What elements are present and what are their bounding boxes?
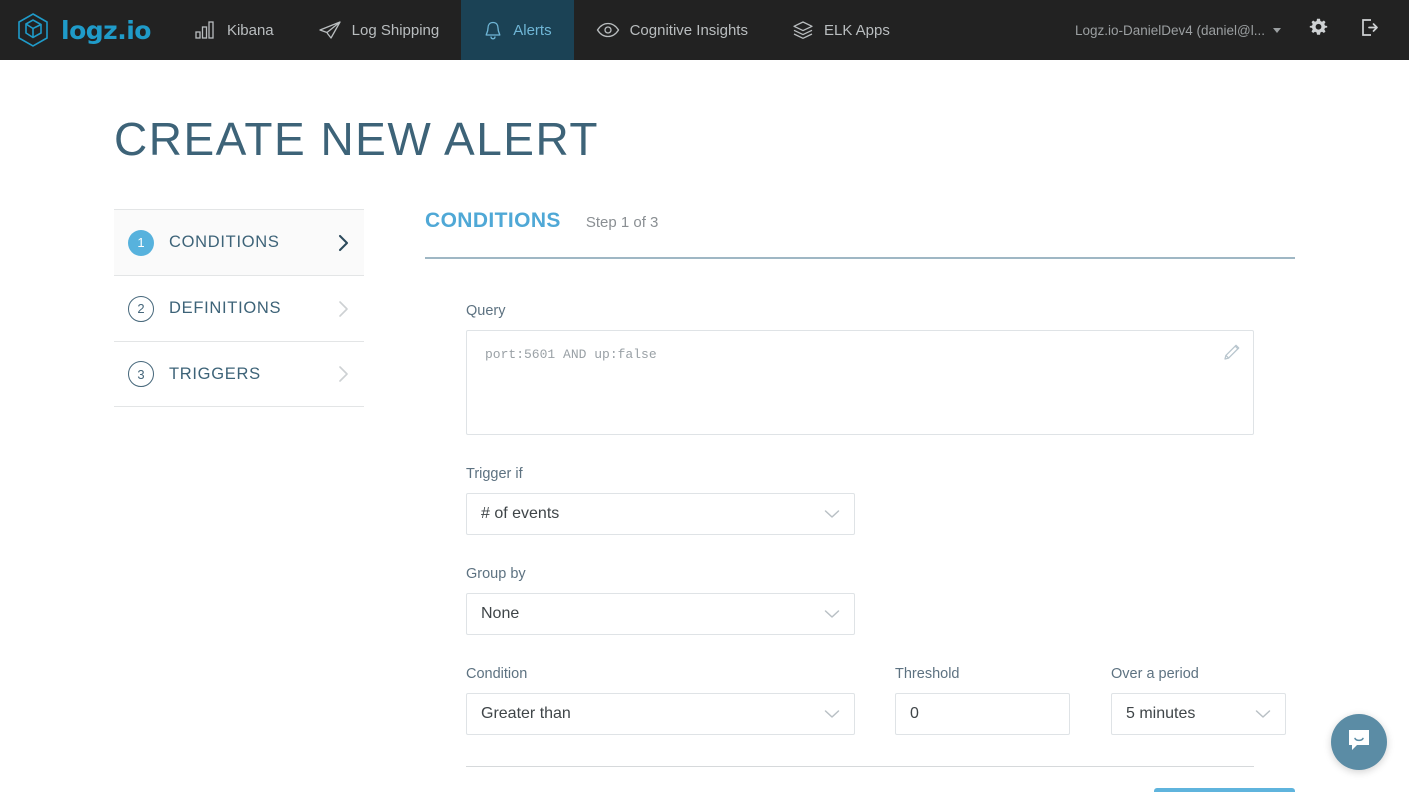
conditions-panel: CONDITIONS Step 1 of 3 Query port:5601 A… xyxy=(425,209,1295,792)
step-number-badge: 1 xyxy=(128,229,154,256)
step-item-definitions[interactable]: 2 DEFINITIONS xyxy=(114,275,364,341)
nav-item-log-shipping[interactable]: Log Shipping xyxy=(296,0,462,60)
nav-item-cognitive-insights[interactable]: Cognitive Insights xyxy=(574,0,770,60)
condition-value: Greater than xyxy=(481,705,571,722)
bar-chart-icon xyxy=(195,21,217,39)
chevron-down-icon xyxy=(824,709,840,719)
threshold-input[interactable]: 0 xyxy=(895,693,1070,735)
step-number-badge: 2 xyxy=(128,295,154,322)
chevron-down-icon xyxy=(1273,27,1281,33)
intercom-chat-launcher[interactable] xyxy=(1331,714,1387,770)
nav-item-label: ELK Apps xyxy=(823,21,890,39)
chevron-right-icon xyxy=(337,234,350,252)
page-body: CREATE NEW ALERT 1 CONDITIONS 2 DEFINITI… xyxy=(0,60,1409,792)
step-label: TRIGGERS xyxy=(169,364,261,383)
over-a-period-value: 5 minutes xyxy=(1126,705,1196,722)
chevron-down-icon xyxy=(824,609,840,619)
group-by-label: Group by xyxy=(466,566,526,582)
panel-title: CONDITIONS xyxy=(425,209,561,232)
threshold-field: Threshold 0 xyxy=(895,666,1070,735)
logout-icon xyxy=(1360,18,1379,42)
over-a-period-label: Over a period xyxy=(1111,666,1199,682)
trigger-if-label: Trigger if xyxy=(466,466,523,482)
trigger-if-value: # of events xyxy=(481,505,560,522)
chevron-down-icon xyxy=(1255,709,1271,719)
account-dropdown[interactable]: Logz.io-DanielDev4 (daniel@l... xyxy=(1063,23,1293,38)
step-navigation: 1 CONDITIONS 2 DEFINITIONS 3 TRIGGERS xyxy=(114,209,364,792)
step-label: DEFINITIONS xyxy=(169,299,282,317)
chevron-down-icon xyxy=(824,509,840,519)
condition-field: Condition Greater than xyxy=(466,666,855,735)
step-item-triggers[interactable]: 3 TRIGGERS xyxy=(114,341,364,407)
nav-item-label: Log Shipping xyxy=(351,21,440,39)
step-number-badge: 3 xyxy=(128,361,154,387)
content-wrap: 1 CONDITIONS 2 DEFINITIONS 3 TRIGGERS CO… xyxy=(0,166,1409,792)
nav-item-label: Cognitive Insights xyxy=(629,21,748,39)
query-value: port:5601 AND up:false xyxy=(485,347,657,362)
trigger-if-field: Trigger if # of events xyxy=(466,466,855,535)
top-navigation-bar: logz.io Kibana Log Shipping Alerts Cogni… xyxy=(0,0,1409,60)
pencil-icon[interactable] xyxy=(1221,341,1243,368)
condition-row: Condition Greater than Threshold 0 Over … xyxy=(466,666,1286,735)
query-input[interactable]: port:5601 AND up:false xyxy=(466,330,1254,435)
group-by-field: Group by None xyxy=(466,566,855,635)
group-by-value: None xyxy=(481,605,520,622)
step-item-conditions[interactable]: 1 CONDITIONS xyxy=(114,209,364,275)
paper-plane-icon xyxy=(318,20,342,40)
condition-select[interactable]: Greater than xyxy=(466,693,855,735)
gear-icon xyxy=(1309,18,1328,42)
settings-button[interactable] xyxy=(1293,18,1344,42)
query-label: Query xyxy=(466,303,506,319)
layers-icon xyxy=(792,20,814,40)
bell-icon xyxy=(483,20,503,41)
nav-items: Kibana Log Shipping Alerts Cognitive Ins… xyxy=(173,0,912,60)
step-label: CONDITIONS xyxy=(169,233,280,251)
over-a-period-select[interactable]: 5 minutes xyxy=(1111,693,1286,735)
eye-icon xyxy=(596,22,620,38)
query-field: Query port:5601 AND up:false xyxy=(466,303,1254,435)
nav-right-group: Logz.io-DanielDev4 (daniel@l... xyxy=(1063,0,1409,60)
continue-button[interactable]: CONTINUE xyxy=(1154,788,1295,792)
chat-bubble-icon xyxy=(1345,726,1373,759)
condition-label: Condition xyxy=(466,666,528,682)
chevron-right-icon xyxy=(337,300,350,318)
trigger-if-select[interactable]: # of events xyxy=(466,493,855,535)
over-a-period-field: Over a period 5 minutes xyxy=(1111,666,1286,735)
form-footer: CANCEL CONTINUE xyxy=(425,767,1295,792)
nav-item-kibana[interactable]: Kibana xyxy=(173,0,296,60)
nav-item-label: Kibana xyxy=(226,21,274,39)
nav-item-alerts[interactable]: Alerts xyxy=(461,0,574,60)
step-indicator: Step 1 of 3 xyxy=(585,214,659,231)
nav-item-elk-apps[interactable]: ELK Apps xyxy=(770,0,912,60)
threshold-label: Threshold xyxy=(895,666,960,682)
nav-item-label: Alerts xyxy=(513,21,552,39)
chevron-right-icon xyxy=(337,365,350,383)
account-label: Logz.io-DanielDev4 (daniel@l... xyxy=(1074,22,1265,38)
logz-cube-icon xyxy=(14,11,52,49)
panel-header: CONDITIONS Step 1 of 3 xyxy=(425,209,1295,259)
group-by-select[interactable]: None xyxy=(466,593,855,635)
conditions-form: Query port:5601 AND up:false Trigger if … xyxy=(425,259,1295,735)
logo-home-link[interactable]: logz.io xyxy=(0,0,173,60)
logout-button[interactable] xyxy=(1344,18,1395,42)
page-title: CREATE NEW ALERT xyxy=(114,113,599,165)
brand-name: logz.io xyxy=(61,15,151,45)
